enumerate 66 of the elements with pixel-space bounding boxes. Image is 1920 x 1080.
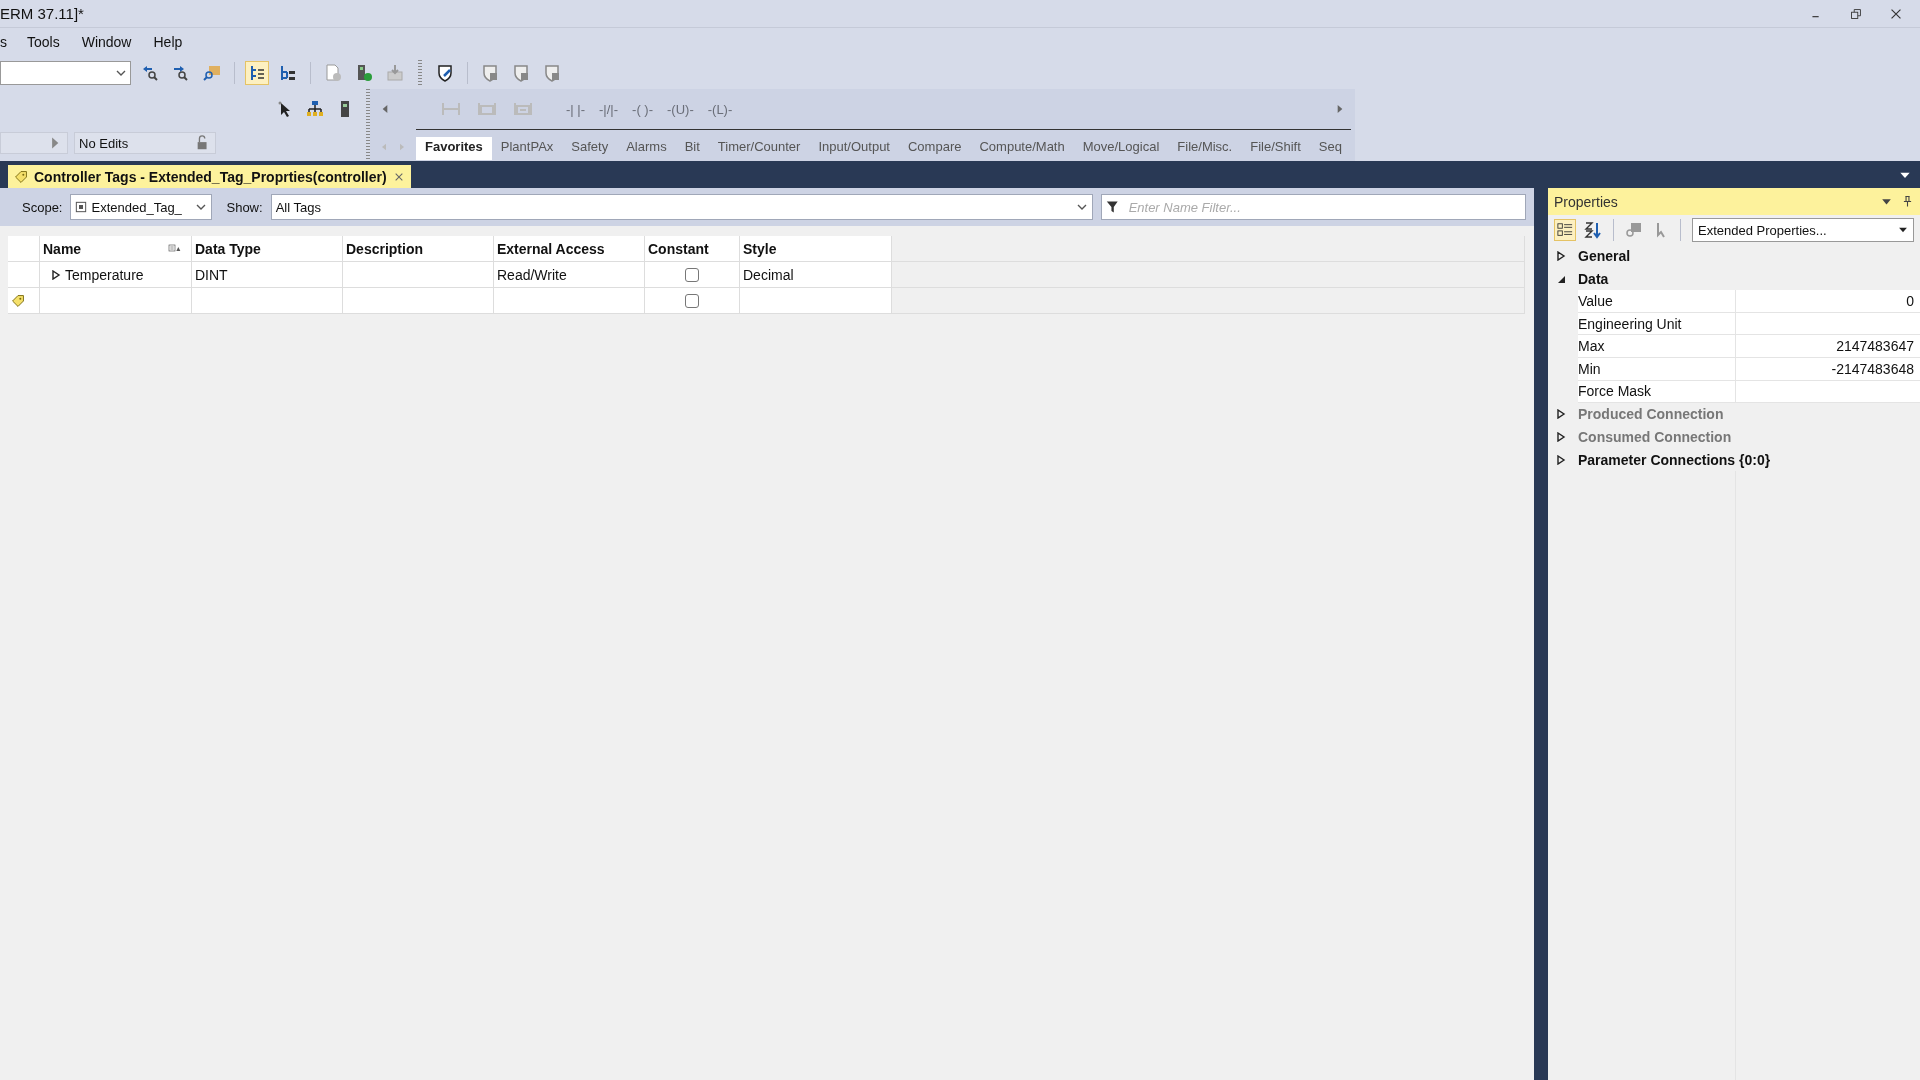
instruction-button[interactable]: -(L)- [707,101,733,117]
menu-item[interactable]: Tools [27,34,72,50]
instruction-tab[interactable]: Timer/Counter [708,137,810,160]
instruction-tab[interactable]: Compare [899,137,971,160]
tag-icon [11,293,25,308]
network-icon[interactable] [306,100,324,118]
instruction-button[interactable]: -( )- [632,101,653,117]
property-category[interactable]: Data [1578,270,1609,287]
expand-arrow-icon[interactable] [1556,454,1566,465]
property-name: Value [1578,290,1735,313]
constant-checkbox[interactable] [685,293,699,308]
instruction-tab[interactable]: Compute/Math [970,137,1074,160]
table-cell: Read/Write [494,262,645,288]
window-title: ERM 37.11]* [0,5,85,22]
column-header[interactable]: Data Type [192,236,343,262]
column-header[interactable]: Constant [645,236,740,262]
instruction-tab[interactable]: Seq [1309,137,1351,160]
scope-icon [75,201,88,213]
column-header[interactable]: External Access [494,236,645,262]
properties-view-dropdown[interactable]: Extended Properties... [1692,218,1914,242]
table-cell: DINT [192,262,343,288]
dropdown-field[interactable] [0,60,131,85]
column-header[interactable]: Description [343,236,494,262]
dropdown-arrow-icon[interactable] [1898,225,1908,235]
show-dropdown[interactable]: All Tags [270,194,1093,220]
instruction-tab[interactable]: Move/Logical [1073,137,1169,160]
table-cell: Decimal [740,262,892,288]
panel-title: Properties [1554,193,1619,210]
property-name: Max [1578,335,1735,358]
document-tab[interactable]: Controller Tags - Extended_Tag_Proprties(controller) [8,165,411,188]
column-header[interactable]: Style [740,236,892,262]
table-cell: Temperature [40,262,192,288]
instruction-tab[interactable]: File/Misc. [1168,137,1242,160]
instruction-button[interactable]: -|/|- [599,101,619,117]
instruction-tab[interactable]: Safety [562,137,618,160]
column-header[interactable]: Name [43,240,82,257]
instruction-tab[interactable]: Favorites [416,137,492,160]
constant-checkbox[interactable] [685,267,699,282]
instruction-tab[interactable]: Input/Output [809,137,899,160]
instruction-button[interactable]: -| |- [566,101,586,117]
property-value[interactable]: 2147483647 [1735,335,1920,358]
instruction-button[interactable]: -(U)- [667,101,694,117]
property-name: Force Mask [1578,380,1735,404]
property-category[interactable]: General [1578,248,1631,265]
property-value[interactable]: 0 [1735,290,1920,313]
sort-icon[interactable] [1584,221,1602,239]
menu-item[interactable]: Window [81,34,144,50]
scope-label: Scope: [22,199,63,215]
instruction-tab[interactable]: Bit [675,137,709,160]
tab-title: Controller Tags - Extended_Tag_Proprties(controller) [34,168,387,185]
property-category[interactable]: Parameter Connections {0:0} [1578,451,1771,468]
menu-item[interactable]: Help [153,34,195,50]
tag-icon[interactable] [14,169,28,184]
menu-item[interactable]: s [0,34,17,50]
edit-status: No Edits [79,135,129,151]
pin-icon[interactable] [1901,195,1914,208]
instruction-tab[interactable]: Alarms [617,137,676,160]
property-name: Min [1578,357,1735,381]
instruction-tab[interactable]: File/Shift [1241,137,1310,160]
instruction-tab[interactable]: PlantPAx [491,137,563,160]
show-label: Show: [226,199,263,215]
expand-arrow-icon[interactable] [51,269,61,280]
expand-arrow-icon[interactable] [1556,251,1566,262]
property-value[interactable]: -2147483648 [1735,357,1920,381]
scope-dropdown[interactable]: Extended_Tag_ [70,194,213,220]
property-name: Engineering Unit [1578,312,1735,336]
